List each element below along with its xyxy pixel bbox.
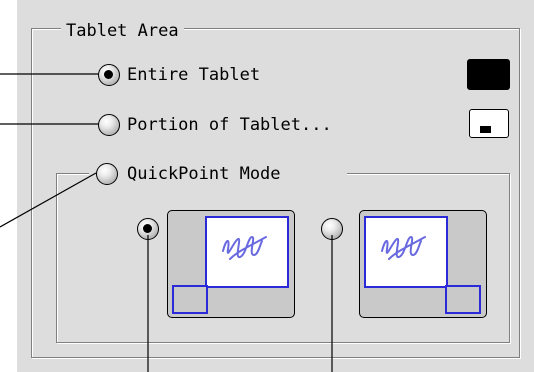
quickpoint-bottom-right-radio[interactable]	[321, 218, 343, 240]
quickpoint-bottom-left-thumbnail[interactable]	[167, 210, 295, 318]
quickpoint-bottom-right-thumbnail[interactable]	[359, 210, 487, 318]
quickpoint-mode-radio[interactable]	[96, 163, 118, 185]
portion-of-tablet-label[interactable]: Portion of Tablet...	[127, 114, 332, 136]
entire-tablet-label[interactable]: Entire Tablet	[127, 64, 260, 86]
quickpoint-mode-label[interactable]: QuickPoint Mode	[127, 163, 281, 185]
tablet-area-panel: Tablet Area Entire Tablet Portion of Tab…	[17, 0, 534, 372]
tablet-map-right	[364, 216, 481, 314]
portion-of-tablet-preview-icon	[469, 109, 509, 138]
entire-tablet-radio[interactable]	[98, 64, 120, 86]
entire-tablet-preview-icon	[467, 59, 510, 90]
tablet-area-title: Tablet Area	[61, 21, 184, 41]
portion-area-marker	[480, 126, 491, 133]
tablet-map-left	[172, 216, 289, 314]
portion-of-tablet-radio[interactable]	[98, 114, 120, 136]
quickpoint-bottom-left-radio[interactable]	[137, 218, 159, 240]
